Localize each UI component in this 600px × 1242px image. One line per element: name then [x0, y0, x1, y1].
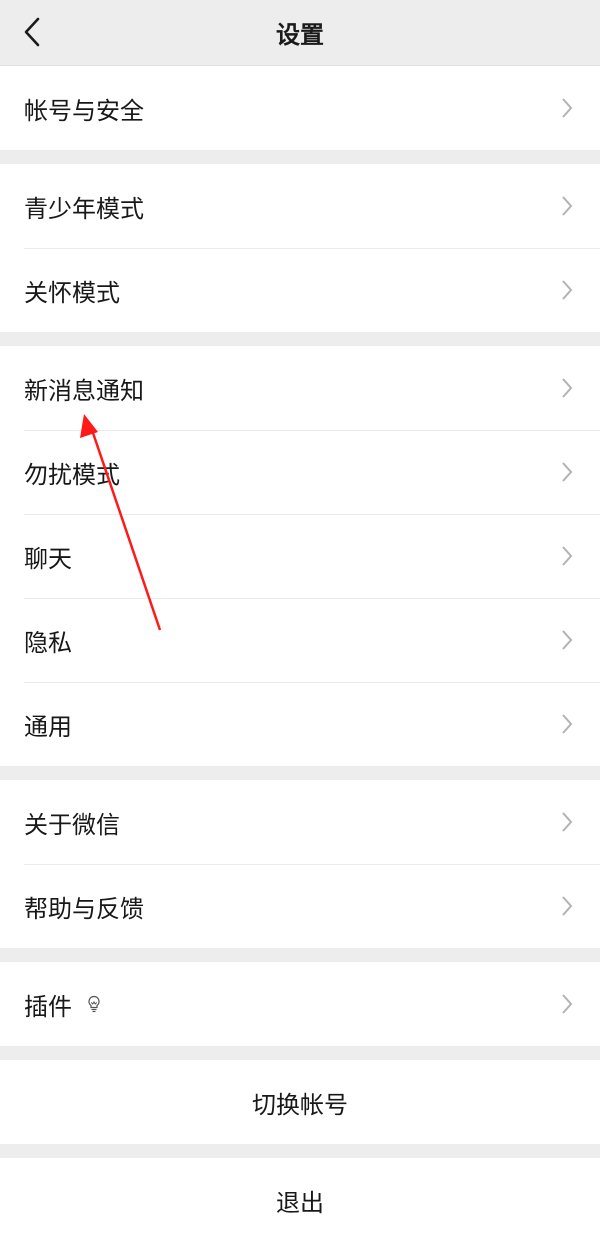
settings-item-privacy[interactable]: 隐私 — [0, 598, 600, 682]
settings-group-general: 新消息通知 勿扰模式 聊天 隐私 通用 — [0, 346, 600, 766]
group-separator — [0, 948, 600, 962]
chevron-right-icon — [562, 462, 573, 482]
chevron-right-icon — [562, 280, 573, 300]
settings-item-label: 关怀模式 — [24, 278, 120, 307]
group-separator — [0, 332, 600, 346]
settings-item-label: 新消息通知 — [24, 376, 144, 405]
settings-item-label: 隐私 — [24, 628, 72, 657]
chevron-right-icon — [562, 812, 573, 832]
settings-item-account-security[interactable]: 帐号与安全 — [0, 66, 600, 150]
settings-item-label: 帐号与安全 — [24, 96, 144, 125]
group-separator — [0, 766, 600, 780]
chevron-right-icon — [562, 896, 573, 916]
settings-item-label: 青少年模式 — [24, 194, 144, 223]
settings-group-modes: 青少年模式 关怀模式 — [0, 164, 600, 332]
switch-account-button[interactable]: 切换帐号 — [0, 1060, 600, 1144]
lightbulb-icon — [88, 995, 100, 1013]
chevron-right-icon — [562, 196, 573, 216]
settings-item-label: 勿扰模式 — [24, 460, 120, 489]
group-separator — [0, 150, 600, 164]
settings-item-label: 插件 — [24, 992, 72, 1021]
chevron-right-icon — [562, 546, 573, 566]
settings-item-teen-mode[interactable]: 青少年模式 — [0, 164, 600, 248]
settings-item-do-not-disturb[interactable]: 勿扰模式 — [0, 430, 600, 514]
settings-item-plugins[interactable]: 插件 — [0, 962, 600, 1046]
settings-item-help-feedback[interactable]: 帮助与反馈 — [0, 864, 600, 948]
chevron-right-icon — [562, 714, 573, 734]
chevron-right-icon — [562, 994, 573, 1014]
settings-item-label: 帮助与反馈 — [24, 894, 144, 923]
group-separator — [0, 1144, 600, 1158]
settings-item-label: 通用 — [24, 712, 72, 741]
logout-button[interactable]: 退出 — [0, 1158, 600, 1242]
settings-item-label: 聊天 — [24, 544, 72, 573]
chevron-left-icon — [24, 17, 40, 47]
chevron-right-icon — [562, 378, 573, 398]
settings-group-about: 关于微信 帮助与反馈 — [0, 780, 600, 948]
settings-item-about-wechat[interactable]: 关于微信 — [0, 780, 600, 864]
settings-item-care-mode[interactable]: 关怀模式 — [0, 248, 600, 332]
settings-item-left: 插件 — [24, 987, 104, 1022]
group-separator — [0, 1046, 600, 1060]
navigation-bar: 设置 — [0, 0, 600, 66]
page-title: 设置 — [276, 21, 324, 49]
settings-item-chat[interactable]: 聊天 — [0, 514, 600, 598]
settings-group-plugins: 插件 — [0, 962, 600, 1046]
chevron-right-icon — [562, 98, 573, 118]
settings-group-account: 帐号与安全 — [0, 66, 600, 150]
settings-item-label: 关于微信 — [24, 810, 120, 839]
settings-item-new-message-notification[interactable]: 新消息通知 — [0, 346, 600, 430]
chevron-right-icon — [562, 630, 573, 650]
settings-item-general[interactable]: 通用 — [0, 682, 600, 766]
back-button[interactable] — [8, 8, 56, 56]
